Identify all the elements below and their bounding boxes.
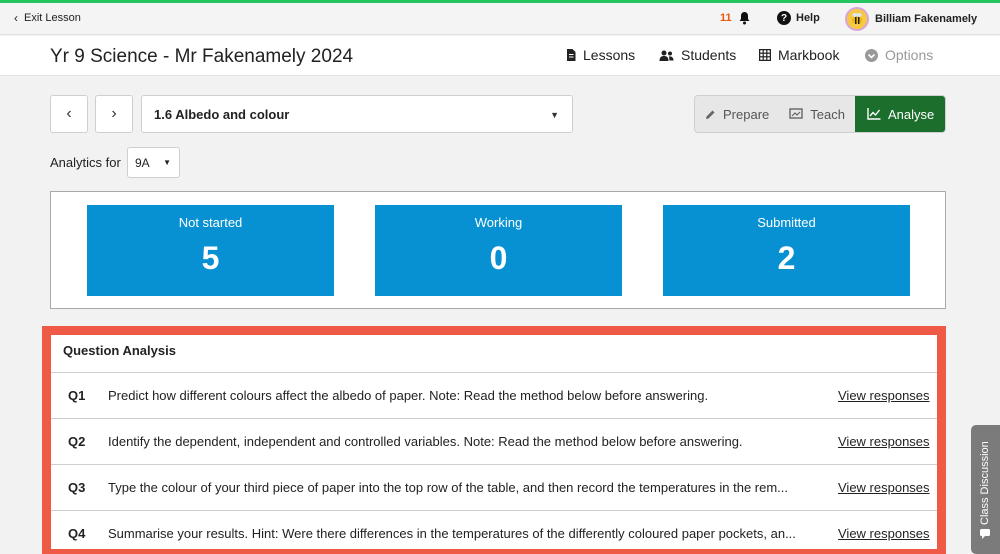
analytics-for-label: Analytics for [50, 155, 121, 170]
question-text: Identify the dependent, independent and … [108, 434, 743, 449]
nav-markbook[interactable]: Markbook [759, 47, 839, 63]
next-lesson-button[interactable]: › [95, 95, 133, 133]
page-title: Yr 9 Science - Mr Fakenamely 2024 [50, 46, 354, 67]
notification-count: 11 [720, 12, 732, 24]
tab-analyse[interactable]: Analyse [854, 96, 945, 132]
nav-lessons[interactable]: Lessons [566, 47, 635, 63]
progress-summary: Not started 5 Working 0 Submitted 2 [50, 191, 946, 309]
stat-not-started[interactable]: Not started 5 [87, 205, 334, 296]
caret-down-icon: ▼ [163, 158, 171, 167]
view-responses-link[interactable]: View responses [838, 526, 930, 541]
stat-not-started-value: 5 [201, 240, 220, 276]
view-responses-link[interactable]: View responses [838, 480, 930, 495]
nav-students[interactable]: Students [659, 47, 736, 63]
line-chart-icon [867, 108, 881, 120]
question-number: Q1 [68, 388, 86, 403]
grid-icon [759, 49, 771, 61]
stat-submitted-value: 2 [777, 240, 796, 276]
exit-lesson-link[interactable]: ‹ Exit Lesson [14, 11, 81, 25]
previous-lesson-button[interactable]: ‹ [50, 95, 88, 133]
stat-submitted[interactable]: Submitted 2 [663, 205, 910, 296]
users-icon [659, 50, 674, 61]
lesson-select[interactable]: 1.6 Albedo and colour ▼ [141, 95, 573, 133]
chevron-left-icon: ‹ [66, 105, 72, 122]
tab-prepare-label: Prepare [723, 106, 770, 122]
stat-working[interactable]: Working 0 [375, 205, 622, 296]
tab-teach[interactable]: Teach [779, 96, 855, 132]
class-select-value: 9A [135, 156, 150, 170]
table-row: Q2 Identify the dependent, independent a… [51, 418, 937, 464]
tab-teach-label: Teach [810, 106, 845, 122]
question-number: Q2 [68, 434, 86, 449]
tab-analyse-label: Analyse [887, 106, 935, 122]
presentation-icon [789, 108, 803, 119]
help-button[interactable]: ? Help [777, 11, 820, 25]
nav-options[interactable]: Options [865, 47, 933, 63]
mode-switcher: Prepare Teach Analyse [694, 95, 946, 133]
tab-prepare[interactable]: Prepare [695, 96, 779, 132]
table-row: Q3 Type the colour of your third piece o… [51, 464, 937, 510]
course-header: Yr 9 Science - Mr Fakenamely 2024 Lesson… [0, 36, 1000, 76]
nav-students-label: Students [681, 47, 737, 63]
question-analysis-title: Question Analysis [63, 343, 176, 358]
question-text: Type the colour of your third piece of p… [108, 480, 789, 495]
table-row: Q1 Predict how different colours affect … [51, 372, 937, 418]
help-label: Help [796, 12, 820, 24]
class-discussion-label: Class Discussion [979, 441, 991, 525]
chat-bubble-icon [980, 529, 990, 539]
view-responses-link[interactable]: View responses [838, 388, 930, 403]
bee-icon [852, 13, 862, 24]
user-menu[interactable]: Billiam Fakenamely [845, 7, 977, 31]
class-discussion-tab[interactable]: Class Discussion [971, 425, 1000, 554]
nav-markbook-label: Markbook [778, 47, 840, 63]
table-row: Q4 Summarise your results. Hint: Were th… [51, 510, 937, 546]
lesson-select-value: 1.6 Albedo and colour [154, 106, 290, 122]
bell-icon [739, 12, 750, 25]
pencil-icon [706, 110, 715, 119]
avatar [845, 7, 869, 31]
nav-options-label: Options [885, 47, 934, 63]
help-icon: ? [777, 11, 791, 25]
stat-working-label: Working [474, 215, 523, 230]
exit-lesson-label: Exit Lesson [24, 12, 81, 24]
caret-down-icon: ▼ [550, 110, 559, 120]
top-bar: ‹ Exit Lesson 11 ? Help Billiam Fakename… [0, 3, 1000, 35]
user-name: Billiam Fakenamely [875, 13, 978, 25]
question-text: Predict how different colours affect the… [108, 388, 709, 403]
view-responses-link[interactable]: View responses [838, 434, 930, 449]
nav-lessons-label: Lessons [583, 47, 636, 63]
question-number: Q3 [68, 480, 86, 495]
chevron-down-circle-icon [865, 48, 878, 62]
stat-submitted-label: Submitted [757, 215, 816, 230]
chevron-left-icon: ‹ [14, 11, 18, 25]
class-select[interactable]: 9A ▼ [127, 147, 180, 178]
question-text: Summarise your results. Hint: Were there… [108, 526, 796, 541]
document-icon [567, 49, 576, 61]
question-number: Q4 [68, 526, 86, 541]
stat-working-value: 0 [489, 240, 508, 276]
chevron-right-icon: › [111, 105, 117, 122]
notifications-button[interactable]: 11 [720, 11, 751, 25]
stat-not-started-label: Not started [178, 215, 243, 230]
